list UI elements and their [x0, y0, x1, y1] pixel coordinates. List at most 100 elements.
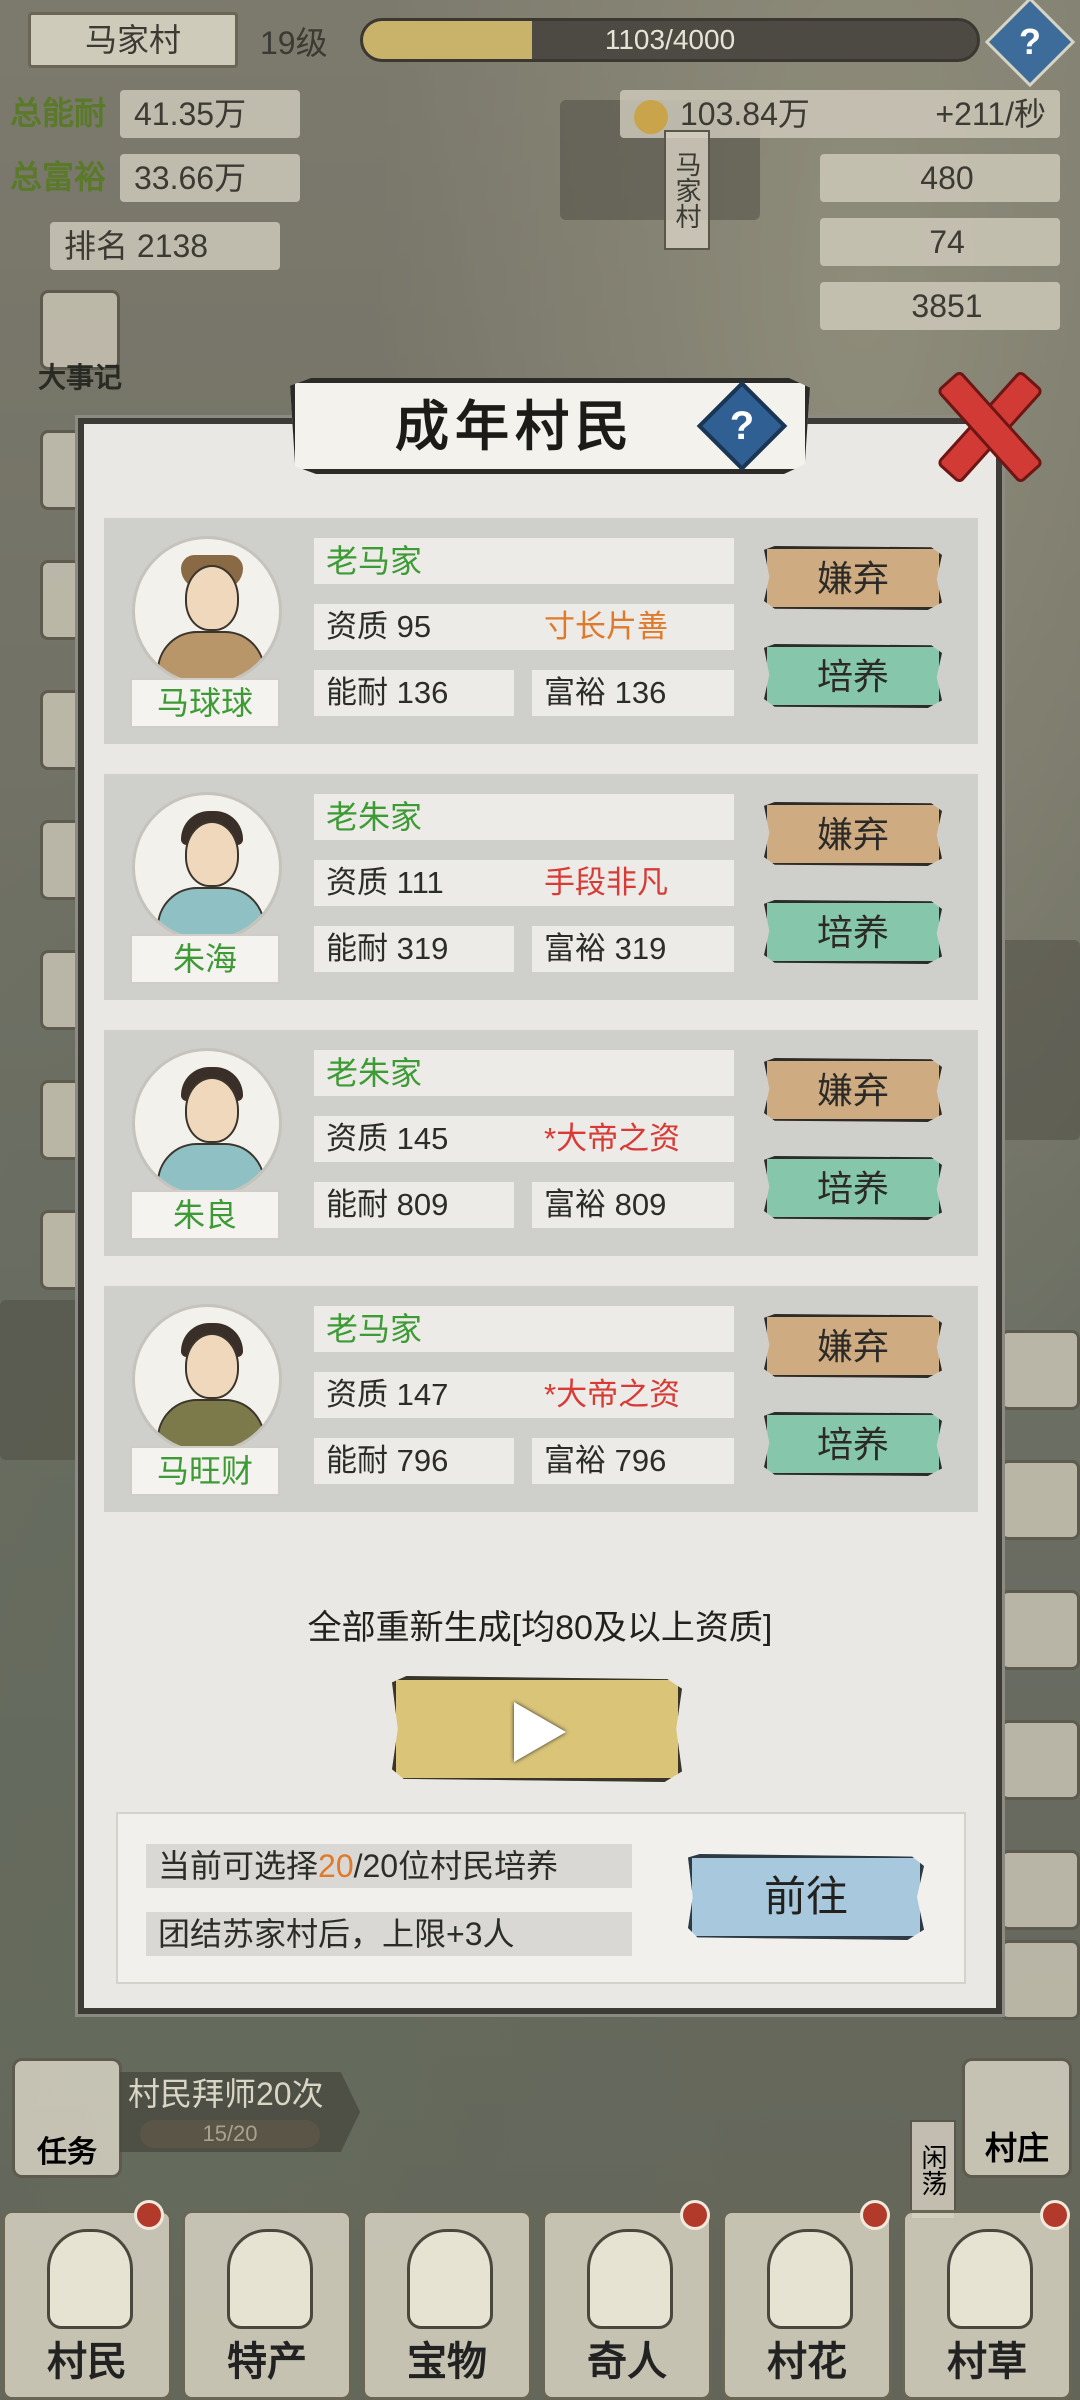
exp-text: 1103/4000	[604, 24, 736, 55]
villager-portrait[interactable]	[132, 1048, 282, 1198]
coins-value: 103.84万	[680, 96, 810, 132]
ability-value: 796	[396, 1443, 449, 1478]
villager-aptitude: 资质 111 手段非凡	[314, 860, 734, 906]
aptitude-value: 147	[396, 1377, 449, 1412]
villager-trait: 寸长片善	[544, 609, 668, 644]
notification-dot	[680, 2200, 710, 2230]
side-menu-icon[interactable]	[1000, 1330, 1080, 1410]
aptitude-value: 111	[396, 865, 444, 900]
villager-portrait[interactable]	[132, 536, 282, 686]
villager-name: 朱海	[130, 934, 280, 984]
total-ability-value: 41.35万	[120, 90, 300, 138]
top-bar: 马家村 19级 1103/4000 ?	[0, 0, 1080, 88]
tab-label: 村花	[767, 2340, 847, 2384]
villager-card: 马旺财 老马家 资质 147 *大帝之资 能耐 796 富裕 796 嫌弃 培养	[104, 1286, 978, 1512]
specialty-icon	[227, 2229, 313, 2329]
chronicle-label: 大事记	[38, 362, 123, 393]
villager-card: 朱良 老朱家 资质 145 *大帝之资 能耐 809 富裕 809 嫌弃 培养	[104, 1030, 978, 1256]
goto-button[interactable]: 前往	[688, 1854, 924, 1940]
total-wealth-label: 总富裕	[10, 159, 107, 195]
train-button[interactable]: 培养	[764, 1156, 942, 1220]
wealth-value: 796	[614, 1443, 667, 1478]
villager-portrait[interactable]	[132, 792, 282, 942]
total-wealth-value: 33.66万	[120, 154, 300, 202]
discard-button[interactable]: 嫌弃	[764, 546, 942, 610]
tab-label: 奇人	[587, 2340, 667, 2384]
villager-wealth: 富裕 809	[532, 1182, 734, 1228]
notification-dot	[860, 2200, 890, 2230]
train-button[interactable]: 培养	[764, 1412, 942, 1476]
villager-aptitude: 资质 145 *大帝之资	[314, 1116, 734, 1162]
quest-progress: 15/20	[140, 2120, 320, 2148]
exp-bar: 1103/4000	[360, 18, 980, 62]
help-icon[interactable]: ?	[984, 0, 1076, 88]
villager-family: 老马家	[314, 538, 734, 584]
selectable-count: 20	[318, 1848, 354, 1884]
train-button[interactable]: 培养	[764, 900, 942, 964]
discard-button[interactable]: 嫌弃	[764, 1314, 942, 1378]
wealth-value: 136	[614, 675, 667, 710]
wealth-label: 富裕	[544, 675, 606, 710]
ability-label: 能耐	[326, 1187, 388, 1222]
tab-treasure[interactable]: 宝物	[362, 2210, 532, 2400]
selectable-prefix: 当前可选择	[158, 1848, 319, 1884]
side-menu-icon[interactable]	[1000, 1940, 1080, 2020]
notification-dot	[1040, 2200, 1070, 2230]
total-ability-label: 总能耐	[10, 95, 107, 131]
side-menu-icon[interactable]	[1000, 1850, 1080, 1930]
villager-trait: 手段非凡	[544, 865, 668, 900]
ability-label: 能耐	[326, 931, 388, 966]
wealth-value: 809	[614, 1187, 667, 1222]
tab-village-belle[interactable]: 村花	[722, 2210, 892, 2400]
villager-ability: 能耐 809	[314, 1182, 514, 1228]
villager-trait: *大帝之资	[544, 1377, 681, 1412]
villager-wealth: 富裕 136	[532, 670, 734, 716]
gold-value: 480	[820, 154, 1060, 202]
portrait-head	[185, 565, 239, 631]
regenerate-all-text: 全部重新生成[均80及以上资质]	[307, 1609, 773, 1647]
wealth-label: 富裕	[544, 1443, 606, 1478]
villager-name: 马球球	[130, 678, 280, 728]
villager-icon	[47, 2229, 133, 2329]
task-button[interactable]: 任务	[12, 2058, 122, 2178]
village-belle-icon	[767, 2229, 853, 2329]
tab-label: 村草	[947, 2340, 1027, 2384]
village-label: 村庄	[984, 2130, 1049, 2166]
selectable-count-line: 当前可选择20/20位村民培养	[146, 1844, 632, 1888]
side-menu-icon[interactable]	[1000, 1720, 1080, 1800]
villager-portrait[interactable]	[132, 1304, 282, 1454]
villager-card: 朱海 老朱家 资质 111 手段非凡 能耐 319 富裕 319 嫌弃 培养	[104, 774, 978, 1000]
village-hunk-icon	[947, 2229, 1033, 2329]
stranger-icon	[587, 2229, 673, 2329]
village-button[interactable]: 村庄	[962, 2058, 1072, 2178]
bottom-tab-bar: 村民 特产 宝物 奇人 村花 村草	[0, 2200, 1080, 2400]
watch-ad-regenerate-button[interactable]	[392, 1676, 682, 1782]
task-label: 任务	[37, 2136, 97, 2169]
train-button[interactable]: 培养	[764, 644, 942, 708]
selectable-suffix: /20位村民培养	[353, 1848, 559, 1884]
close-icon[interactable]	[930, 368, 1040, 478]
play-icon	[514, 1702, 566, 1762]
tab-specialty[interactable]: 特产	[182, 2210, 352, 2400]
dialog-title: 成年村民	[395, 394, 635, 458]
villager-card: 马球球 老马家 资质 95 寸长片善 能耐 136 富裕 136 嫌弃 培养	[104, 518, 978, 744]
tab-label: 特产	[227, 2340, 307, 2384]
side-menu-icon[interactable]	[1000, 1590, 1080, 1670]
villager-ability: 能耐 796	[314, 1438, 514, 1484]
villager-name: 朱良	[130, 1190, 280, 1240]
villager-family: 老朱家	[314, 1050, 734, 1096]
discard-button[interactable]: 嫌弃	[764, 802, 942, 866]
tab-villager[interactable]: 村民	[2, 2210, 172, 2400]
villager-wealth: 富裕 319	[532, 926, 734, 972]
rank-value[interactable]: 排名 2138	[50, 222, 280, 270]
aptitude-value: 95	[396, 609, 432, 644]
side-menu-icon[interactable]	[1000, 1460, 1080, 1540]
aptitude-label: 资质	[326, 609, 388, 644]
village-name[interactable]: 马家村	[28, 12, 238, 68]
tab-village-hunk[interactable]: 村草	[902, 2210, 1072, 2400]
tab-stranger[interactable]: 奇人	[542, 2210, 712, 2400]
ability-label: 能耐	[326, 1443, 388, 1478]
training-limit-panel: 当前可选择20/20位村民培养 团结苏家村后，上限+3人 前往	[116, 1812, 966, 1984]
portrait-head	[185, 1333, 239, 1399]
discard-button[interactable]: 嫌弃	[764, 1058, 942, 1122]
